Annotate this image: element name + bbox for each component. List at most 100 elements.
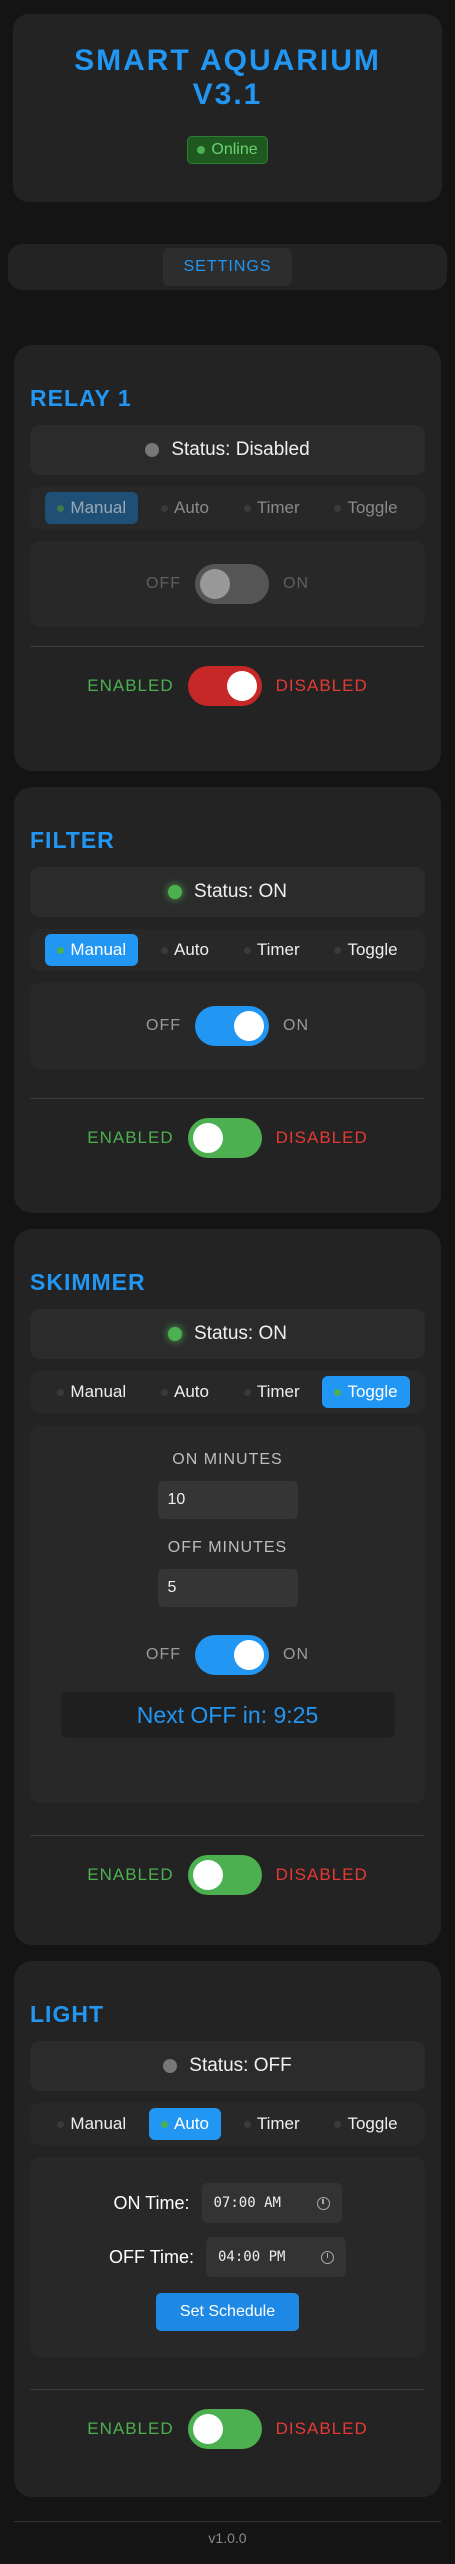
mode-tab-manual[interactable]: Manual [45, 1376, 138, 1408]
status-dot-icon [168, 885, 183, 899]
enable-toggle-switch[interactable] [187, 2409, 262, 2449]
mode-dot-icon [243, 504, 251, 512]
enable-toggle-switch[interactable] [187, 1118, 262, 1158]
set-schedule-button[interactable]: Set Schedule [155, 2293, 300, 2331]
on-time-input[interactable]: 07:00 AM [201, 2183, 342, 2223]
enable-switch-row: ENABLED DISABLED [30, 1118, 425, 1158]
switch-knob [234, 1011, 264, 1041]
enable-switch-row: ENABLED DISABLED [30, 1855, 425, 1895]
off-time-value: 04:00 PM [218, 2249, 286, 2265]
mode-tab-auto[interactable]: Auto [149, 2108, 221, 2140]
off-time-input[interactable]: 04:00 PM [206, 2237, 346, 2277]
mode-dot-icon [161, 946, 168, 954]
relay-title: SKIMMER [30, 1269, 146, 1295]
mode-tab-toggle[interactable]: Toggle [322, 492, 409, 524]
settings-button[interactable]: SETTINGS [163, 248, 292, 286]
mode-tab-auto[interactable]: Auto [149, 492, 221, 524]
mode-tab-manual[interactable]: Manual [45, 934, 139, 966]
mode-tab-manual[interactable]: Manual [45, 492, 139, 524]
manual-control-panel: OFF ON [30, 541, 425, 627]
status-dot-icon [168, 1327, 183, 1341]
output-switch-row: OFF ON [146, 1635, 309, 1675]
relay-title: LIGHT [30, 2001, 104, 2027]
version-label: v1.0.0 [208, 2530, 247, 2546]
mode-tab-timer[interactable]: Timer [232, 492, 312, 524]
online-status-badge: Online [187, 136, 268, 164]
switch-off-label: OFF [146, 1646, 181, 1663]
schedule-panel: ON Time: 07:00 AM OFF Time: 04:00 PM Set… [30, 2157, 425, 2357]
enabled-label: ENABLED [87, 676, 174, 695]
off-time-row: OFF Time: 04:00 PM [109, 2237, 346, 2277]
mode-tab-auto[interactable]: Auto [149, 1376, 221, 1408]
app-title-line-2: V3.1 [192, 78, 263, 111]
mode-label: Auto [174, 940, 209, 959]
switch-on-label: ON [283, 575, 309, 592]
mode-label: Toggle [347, 1382, 398, 1401]
mode-selector: Manual Auto Timer Toggle [30, 929, 425, 971]
manual-control-panel: OFF ON [30, 983, 425, 1069]
on-time-value: 07:00 AM [213, 2195, 281, 2211]
mode-dot-icon [57, 2120, 65, 2128]
mode-label: Timer [256, 940, 300, 959]
relay-status-text: Status: ON [194, 881, 287, 902]
relay-status-text: Status: ON [194, 1323, 287, 1344]
relay-title: FILTER [30, 827, 115, 853]
mode-dot-icon [57, 504, 65, 512]
on-minutes-input[interactable]: 10 [157, 1481, 298, 1519]
enabled-label: ENABLED [87, 1128, 174, 1147]
mode-selector: Manual Auto Timer Toggle [30, 2103, 425, 2145]
switch-on-label: ON [283, 1017, 309, 1034]
mode-tab-auto[interactable]: Auto [149, 934, 221, 966]
disabled-label: DISABLED [275, 1865, 368, 1884]
divider [30, 2389, 425, 2390]
online-dot-icon [197, 146, 206, 154]
disabled-label: DISABLED [275, 1128, 368, 1147]
online-status-label: Online [211, 141, 258, 158]
switch-knob [192, 2414, 223, 2444]
relay-card-skimmer: SKIMMER Status: ON Manual Auto Timer Tog… [14, 1229, 441, 1945]
mode-label: Toggle [347, 2114, 398, 2133]
disabled-label: DISABLED [275, 2419, 368, 2438]
disabled-label: DISABLED [275, 676, 368, 695]
enable-toggle-switch[interactable] [187, 666, 262, 706]
enabled-label: ENABLED [87, 2419, 174, 2438]
mode-tab-manual[interactable]: Manual [45, 2108, 138, 2140]
relay-card-light: LIGHT Status: OFF Manual Auto Timer Togg… [14, 1961, 441, 2497]
off-minutes-input[interactable]: 5 [157, 1569, 298, 1607]
mode-dot-icon [334, 504, 342, 512]
relay-card-filter: FILTER Status: ON Manual Auto Timer Togg… [14, 787, 441, 1213]
relay-card-relay-1: RELAY 1 Status: Disabled Manual Auto Tim… [14, 345, 441, 771]
mode-tab-toggle[interactable]: Toggle [322, 1376, 410, 1408]
relay-status-box: Status: OFF [30, 2041, 425, 2091]
clock-icon[interactable] [321, 2250, 334, 2264]
off-minutes-label: OFF MINUTES [167, 1539, 288, 1556]
status-dot-icon [145, 443, 160, 457]
switch-knob [226, 671, 257, 701]
footer-divider [14, 2521, 441, 2522]
mode-dot-icon [243, 946, 251, 954]
output-toggle-switch[interactable] [195, 1006, 269, 1046]
mode-tab-toggle[interactable]: Toggle [322, 2108, 409, 2140]
enable-switch-row: ENABLED DISABLED [30, 666, 425, 706]
switch-knob [192, 1860, 223, 1890]
mode-label: Timer [256, 2114, 300, 2133]
mode-label: Timer [256, 1382, 300, 1401]
relay-status-text: Status: Disabled [171, 439, 310, 460]
mode-dot-icon [334, 1388, 342, 1396]
mode-tab-toggle[interactable]: Toggle [322, 934, 409, 966]
enable-toggle-switch[interactable] [187, 1855, 262, 1895]
status-dot-icon [163, 2059, 178, 2073]
mode-dot-icon [161, 504, 168, 512]
mode-label: Toggle [347, 498, 398, 517]
on-time-label: ON Time: [113, 2192, 190, 2213]
clock-icon[interactable] [316, 2196, 330, 2210]
mode-tab-timer[interactable]: Timer [232, 1376, 312, 1408]
output-toggle-switch[interactable] [195, 1635, 269, 1675]
mode-dot-icon [161, 1388, 168, 1396]
mode-tab-timer[interactable]: Timer [232, 934, 312, 966]
app-title-line-1: SMART AQUARIUM [74, 44, 381, 77]
output-toggle-switch[interactable] [195, 564, 269, 604]
mode-label: Manual [70, 2114, 127, 2133]
enabled-label: ENABLED [87, 1865, 174, 1884]
mode-tab-timer[interactable]: Timer [232, 2108, 312, 2140]
